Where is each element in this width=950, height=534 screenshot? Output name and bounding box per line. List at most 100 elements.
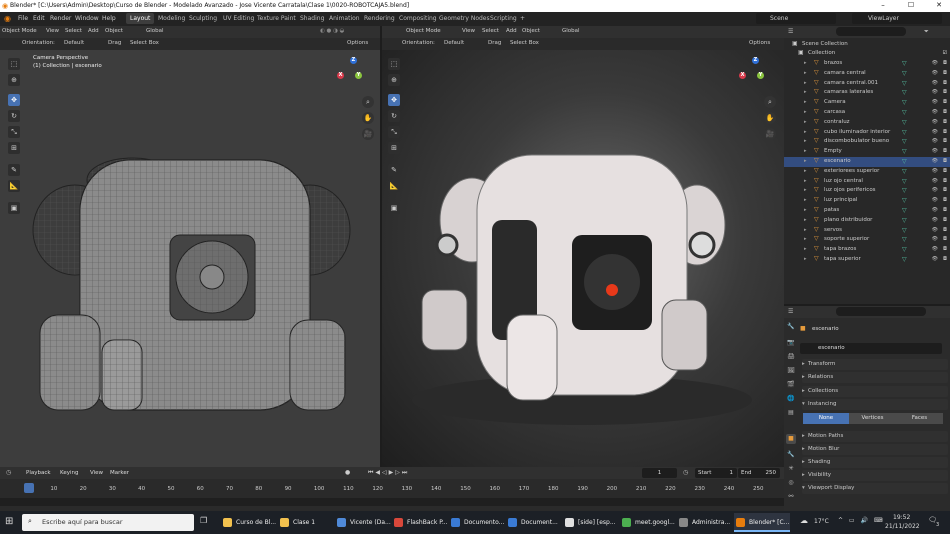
left-menu-view[interactable]: View	[46, 28, 59, 34]
right-3d-viewport-rendered[interactable]: ⬚ ⊕ ✥ ↻ ⤡ ⊞ ✎ 📐 ▣ Z X Y ⌕ ✋ 🎥	[382, 50, 784, 467]
render-camera-icon[interactable]: ◘	[943, 89, 947, 95]
output-tab-icon[interactable]: 🖨	[786, 352, 796, 362]
visibility-eye-icon[interactable]: 👁	[932, 70, 938, 76]
taskbar-search-box[interactable]: ⌕ Escribe aquí para buscar	[22, 514, 194, 531]
left-menu-object[interactable]: Object	[105, 28, 123, 34]
add-workspace-button[interactable]: +	[516, 13, 529, 24]
outliner-item[interactable]: ▸ ▽ brazos ▽ 👁 ◘	[784, 59, 950, 69]
workspace-tab-texture-paint[interactable]: Texture Paint	[253, 13, 300, 24]
right-transform-tool[interactable]: ⊞	[388, 142, 400, 154]
workspace-tab-compositing[interactable]: Compositing	[395, 13, 441, 24]
gizmo-x-axis[interactable]: X	[337, 72, 344, 79]
outliner-item[interactable]: ▸ ▽ camara central ▽ 👁 ◘	[784, 69, 950, 79]
menu-edit[interactable]: Edit	[33, 15, 45, 22]
start-windows-icon[interactable]: ⊞	[5, 516, 13, 527]
zoom-icon[interactable]: ⌕	[362, 96, 374, 108]
taskbar-app-button[interactable]: Curso de Bl...	[221, 513, 277, 532]
expand-arrow-icon[interactable]: ▸	[804, 256, 807, 262]
gizmo-z-axis[interactable]: Z	[350, 57, 357, 64]
expand-arrow-icon[interactable]: ▸	[804, 80, 807, 86]
render-camera-icon[interactable]: ◘	[943, 178, 947, 184]
taskbar-app-button[interactable]: Vicente (Da...	[335, 513, 391, 532]
left-options-button[interactable]: Options	[347, 40, 368, 46]
particles-tab-icon[interactable]: ✳	[786, 464, 796, 474]
properties-section-visibility[interactable]: ▸ Visibility	[802, 470, 948, 481]
right-gizmo-x-axis[interactable]: X	[739, 72, 746, 79]
workspace-tab-layout[interactable]: Layout	[126, 13, 155, 24]
right-scale-tool[interactable]: ⤡	[388, 126, 400, 138]
visibility-eye-icon[interactable]: 👁	[932, 246, 938, 252]
measure-tool[interactable]: 📐	[8, 180, 20, 192]
workspace-tab-geometry-nodes[interactable]: Geometry Nodes	[435, 13, 494, 24]
render-camera-icon[interactable]: ◘	[943, 158, 947, 164]
taskbar-app-button[interactable]: Blender* [C...	[734, 513, 790, 532]
scene-selector[interactable]: Scene	[756, 13, 836, 24]
render-camera-icon[interactable]: ◘	[943, 187, 947, 193]
render-camera-icon[interactable]: ◘	[943, 80, 947, 86]
constraints-tab-icon[interactable]: ⚯	[786, 492, 796, 502]
properties-section-collections[interactable]: ▸ Collections	[802, 386, 948, 397]
properties-section-viewport-display[interactable]: ▾ Viewport Display	[802, 483, 948, 494]
instancing-faces-button[interactable]: Faces	[896, 413, 943, 424]
visibility-eye-icon[interactable]: 👁	[932, 148, 938, 154]
outliner-search-input[interactable]	[836, 27, 906, 36]
render-camera-icon[interactable]: ◘	[943, 236, 947, 242]
outliner-collection[interactable]: ▣ Collection ☑	[784, 49, 950, 59]
expand-arrow-icon[interactable]: ▸	[804, 89, 807, 95]
minimize-button[interactable]: –	[875, 1, 891, 9]
outliner-item[interactable]: ▸ ▽ Empty ▽ 👁 ◘	[784, 147, 950, 157]
expand-arrow-icon[interactable]: ▸	[804, 109, 807, 115]
object-tab-icon[interactable]: ■	[786, 434, 796, 444]
instancing-vertices-button[interactable]: Vertices	[849, 413, 896, 424]
right-drag-dropdown[interactable]: Select Box	[510, 40, 539, 46]
right-mode-selector[interactable]: Object Mode	[406, 28, 441, 34]
object-name-field[interactable]: escenario	[800, 343, 942, 354]
visibility-eye-icon[interactable]: 👁	[932, 197, 938, 203]
annotate-tool[interactable]: ✎	[8, 164, 20, 176]
maximize-button[interactable]: ☐	[903, 1, 919, 9]
render-camera-icon[interactable]: ◘	[943, 148, 947, 154]
expand-arrow-icon[interactable]: ▸	[804, 148, 807, 154]
expand-arrow-icon[interactable]: ▸	[804, 187, 807, 193]
outliner-item[interactable]: ▸ ▽ tapa brazos ▽ 👁 ◘	[784, 245, 950, 255]
right-select-box-tool[interactable]: ⬚	[388, 58, 400, 70]
camera-view-icon[interactable]: 🎥	[362, 128, 374, 140]
visibility-eye-icon[interactable]: 👁	[932, 99, 938, 105]
taskbar-app-button[interactable]: FlashBack P...	[392, 513, 448, 532]
outliner-item[interactable]: ▸ ▽ escenario ▽ 👁 ◘	[784, 157, 950, 167]
visibility-eye-icon[interactable]: 👁	[932, 80, 938, 86]
taskbar-app-button[interactable]: Documento...	[449, 513, 505, 532]
expand-arrow-icon[interactable]: ▸	[804, 119, 807, 125]
expand-arrow-icon[interactable]: ▸	[804, 158, 807, 164]
outliner-item[interactable]: ▸ ▽ Camera ▽ 👁 ◘	[784, 98, 950, 108]
rotate-tool[interactable]: ↻	[8, 110, 20, 122]
scene-tab-icon[interactable]: 🎬	[786, 380, 796, 390]
pan-hand-icon[interactable]: ✋	[362, 112, 374, 124]
right-orientation-dropdown[interactable]: Default	[444, 40, 464, 46]
taskbar-app-button[interactable]: meet.googl...	[620, 513, 676, 532]
right-menu-object[interactable]: Object	[522, 28, 540, 34]
instancing-none-button[interactable]: None	[803, 413, 849, 424]
right-rotate-tool[interactable]: ↻	[388, 110, 400, 122]
visibility-eye-icon[interactable]: 👁	[932, 158, 938, 164]
filter-icon[interactable]: ⏷	[924, 28, 929, 36]
properties-search-input[interactable]	[836, 307, 926, 316]
workspace-tab-rendering[interactable]: Rendering	[360, 13, 399, 24]
system-tray-icons[interactable]: ^ ▭ 🔊 ⌨	[838, 517, 885, 524]
right-annotate-tool[interactable]: ✎	[388, 164, 400, 176]
workspace-tab-modeling[interactable]: Modeling	[154, 13, 189, 24]
render-camera-icon[interactable]: ◘	[943, 109, 947, 115]
left-orientation-dropdown[interactable]: Default	[64, 40, 84, 46]
visibility-eye-icon[interactable]: 👁	[932, 236, 938, 242]
task-view-icon[interactable]: ❐	[200, 516, 207, 525]
render-camera-icon[interactable]: ◘	[943, 256, 947, 262]
expand-arrow-icon[interactable]: ▸	[804, 246, 807, 252]
taskbar-app-button[interactable]: Administra...	[677, 513, 733, 532]
taskbar-app-button[interactable]: Document...	[506, 513, 562, 532]
left-menu-add[interactable]: Add	[88, 28, 99, 34]
modifier-tab-icon[interactable]: 🔧	[786, 450, 796, 460]
cursor-tool[interactable]: ⊕	[8, 74, 20, 86]
outliner-editor-icon[interactable]: ☰	[788, 28, 793, 35]
visibility-eye-icon[interactable]: 👁	[932, 217, 938, 223]
right-move-tool[interactable]: ✥	[388, 94, 400, 106]
